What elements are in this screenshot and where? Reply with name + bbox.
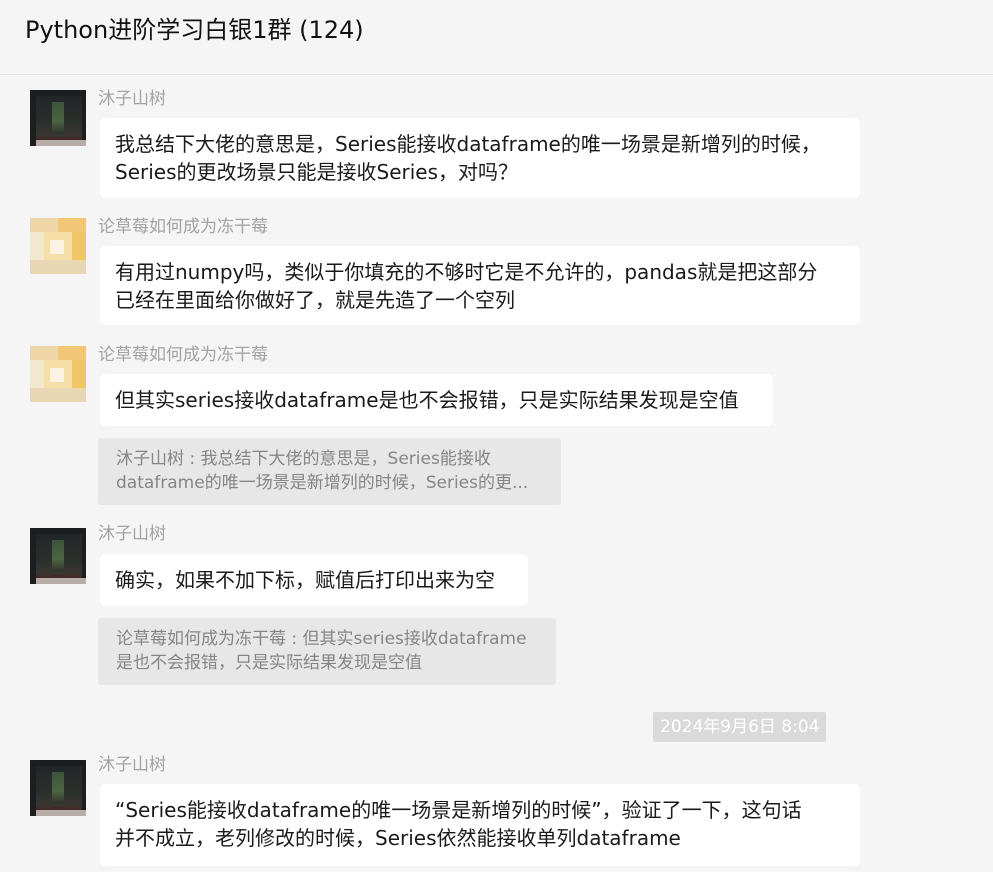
- message-bubble[interactable]: 但其实series接收dataframe是也不会报错，只是实际结果发现是空值: [100, 374, 773, 426]
- message-list[interactable]: 沐子山树 我总结下大佬的意思是，Series能接收dataframe的唯一场景是…: [0, 76, 993, 872]
- timestamp-divider: 2024年9月6日 8:04: [653, 712, 827, 742]
- message-bubble[interactable]: 确实，如果不加下标，赋值后打印出来为空: [100, 554, 528, 606]
- sender-name[interactable]: 沐子山树: [98, 88, 166, 110]
- message-bubble[interactable]: 我总结下大佬的意思是，Series能接收dataframe的唯一场景是新增列的时…: [100, 118, 860, 198]
- tree-icon: [52, 772, 64, 804]
- avatar-pixel: [72, 360, 86, 388]
- sender-name[interactable]: 论草莓如何成为冻干莓: [98, 344, 268, 366]
- avatar-pixel: [50, 240, 64, 254]
- avatar-frame: [36, 140, 86, 146]
- tree-icon: [52, 540, 64, 572]
- avatar-frame: [36, 578, 86, 584]
- tree-icon: [52, 102, 64, 134]
- avatar[interactable]: [30, 218, 86, 274]
- quoted-message[interactable]: 沐子山树 : 我总结下大佬的意思是，Series能接收 dataframe的唯一…: [98, 438, 561, 505]
- avatar-frame: [36, 810, 86, 816]
- avatar-pixel: [30, 218, 58, 232]
- avatar-pixel: [30, 232, 44, 260]
- avatar[interactable]: [30, 528, 86, 584]
- sender-name[interactable]: 沐子山树: [98, 754, 166, 776]
- avatar[interactable]: [30, 90, 86, 146]
- chat-header: Python进阶学习白银1群 (124): [0, 0, 993, 75]
- quoted-message[interactable]: 论草莓如何成为冻干莓 : 但其实series接收dataframe 是也不会报错…: [98, 618, 556, 685]
- avatar-pixel: [30, 346, 58, 360]
- chat-title[interactable]: Python进阶学习白银1群 (124): [25, 13, 364, 47]
- sender-name[interactable]: 论草莓如何成为冻干莓: [98, 216, 268, 238]
- sender-name[interactable]: 沐子山树: [98, 523, 166, 545]
- avatar-pixel: [50, 368, 64, 382]
- message-bubble[interactable]: “Series能接收dataframe的唯一场景是新增列的时候”，验证了一下，这…: [100, 784, 860, 866]
- avatar-pixel: [30, 360, 44, 388]
- avatar-pixel: [72, 232, 86, 260]
- avatar-pixel: [30, 260, 86, 274]
- avatar-pixel: [58, 346, 86, 360]
- avatar-pixel: [58, 218, 86, 232]
- avatar[interactable]: [30, 760, 86, 816]
- message-bubble[interactable]: 有用过numpy吗，类似于你填充的不够时它是不允许的，pandas就是把这部分 …: [100, 246, 860, 325]
- avatar[interactable]: [30, 346, 86, 402]
- avatar-pixel: [30, 388, 86, 402]
